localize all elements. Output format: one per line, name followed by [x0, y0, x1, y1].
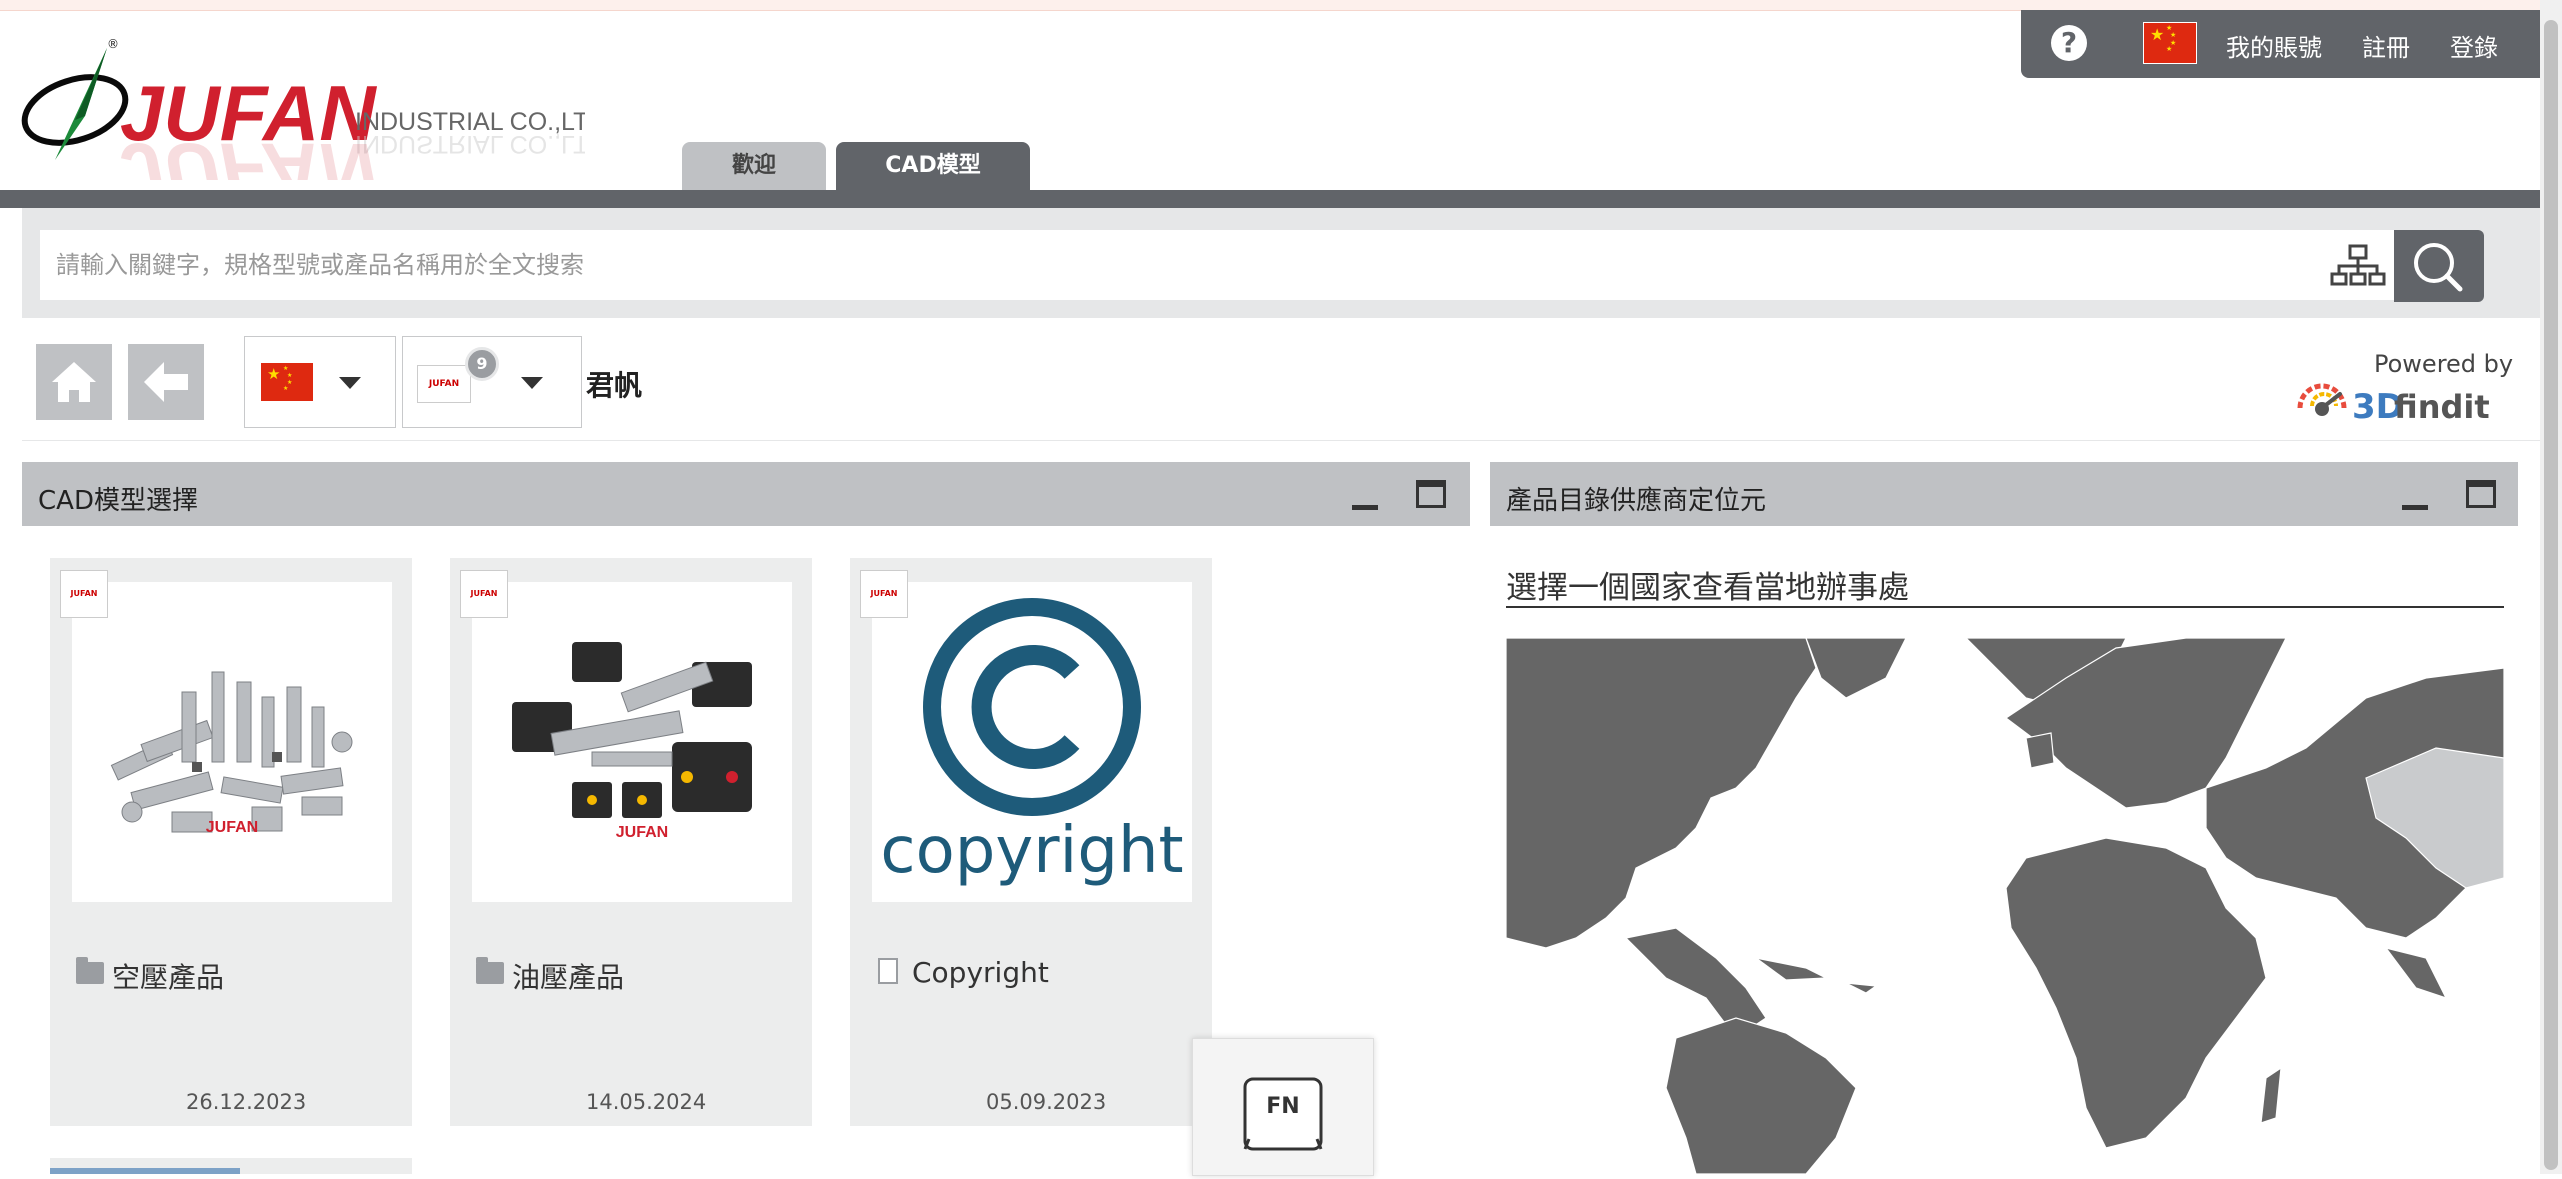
card-label: 油壓產品	[512, 961, 625, 994]
hydraulic-products-image: JUFAN	[472, 582, 792, 902]
svg-text:findit: findit	[2394, 388, 2490, 424]
product-card[interactable]: JUFAN JUFAN 油壓產品 14.05.2024	[450, 558, 812, 1126]
function-key-button[interactable]: FN	[1192, 1038, 1374, 1176]
arrow-left-icon	[144, 362, 188, 402]
panel-title-left: CAD模型選擇	[38, 486, 198, 516]
copyright-image: copyright	[872, 582, 1192, 902]
tab-bar-underline	[0, 190, 2540, 208]
document-icon	[878, 958, 898, 984]
china-flag-icon: ★ ★ ★ ★ ★	[261, 363, 313, 401]
tab-welcome[interactable]: 歡迎	[682, 142, 826, 190]
3dfindit-logo[interactable]: 3D findit	[2296, 378, 2506, 427]
search-input[interactable]	[40, 230, 2322, 300]
catalog-dropdown[interactable]: JUFAN 9	[402, 336, 582, 428]
home-icon	[52, 362, 96, 402]
tab-cad-models[interactable]: CAD模型	[836, 142, 1030, 190]
map-heading-underline	[1506, 606, 2504, 608]
login-link[interactable]: 登錄	[2450, 28, 2498, 63]
supplier-name: 君帆	[586, 369, 643, 402]
search-icon	[2414, 243, 2463, 292]
catalog-count-badge: 9	[465, 347, 499, 381]
product-card[interactable]: JUFAN JUFAN 空壓產品 26.12.2023	[50, 558, 412, 1126]
country-dropdown[interactable]: ★ ★ ★ ★ ★	[244, 336, 396, 428]
scrollbar-thumb[interactable]	[2544, 20, 2558, 1170]
svg-text:JUFAN: JUFAN	[120, 127, 377, 180]
jufan-logo[interactable]: ® JUFAN INDUSTRIAL CO.,LTD. INDUSTRIAL C…	[15, 30, 613, 215]
my-account-link[interactable]: 我的賬號	[2226, 28, 2322, 63]
maximize-icon[interactable]	[2466, 480, 2496, 508]
product-card[interactable]: copyright JUFAN Copyright 05.09.2023	[850, 558, 1212, 1126]
keyboard-key-icon: FN	[1243, 1077, 1323, 1151]
chevron-down-icon	[339, 377, 361, 389]
language-flag-icon[interactable]: ★ ★ ★ ★ ★	[2143, 22, 2197, 64]
chevron-down-icon	[521, 377, 543, 389]
help-icon[interactable]: ?	[2051, 25, 2087, 61]
svg-text:INDUSTRIAL CO.,LTD.: INDUSTRIAL CO.,LTD.	[355, 130, 585, 158]
home-button[interactable]	[36, 344, 112, 420]
search-button[interactable]	[2394, 230, 2484, 302]
panel-title-right: 產品目錄供應商定位元	[1506, 486, 1767, 516]
svg-text:FN: FN	[1266, 1094, 1299, 1119]
pneumatic-products-image: JUFAN	[72, 582, 392, 902]
svg-text:®: ®	[107, 37, 119, 51]
svg-text:copyright: copyright	[880, 814, 1183, 888]
card-date: 14.05.2024	[586, 1090, 707, 1114]
category-tree-button[interactable]	[2322, 230, 2394, 300]
world-map[interactable]	[1505, 637, 2505, 1175]
panel-header-left	[22, 462, 1470, 526]
svg-text:JUFAN: JUFAN	[206, 819, 258, 836]
navigation-toolbar	[22, 322, 2540, 441]
map-heading: 選擇一個國家查看當地辦事處	[1506, 570, 1909, 606]
card-label: 空壓產品	[112, 961, 225, 994]
supplier-badge: JUFAN	[460, 570, 508, 618]
folder-icon	[476, 957, 504, 984]
svg-text:JUFAN: JUFAN	[616, 824, 668, 841]
minimize-icon[interactable]	[1352, 484, 1378, 510]
minimize-icon[interactable]	[2402, 484, 2428, 510]
card-date: 05.09.2023	[986, 1090, 1107, 1114]
register-link[interactable]: 註冊	[2362, 28, 2410, 63]
folder-icon	[76, 957, 104, 984]
sitemap-icon	[2330, 244, 2386, 286]
supplier-badge: JUFAN	[860, 570, 908, 618]
catalog-logo: JUFAN	[417, 365, 471, 403]
card-label: Copyright	[912, 956, 1049, 989]
back-button[interactable]	[128, 344, 204, 420]
card-highlight-bar	[50, 1168, 240, 1174]
maximize-icon[interactable]	[1416, 480, 1446, 508]
powered-by-label: Powered by	[2374, 350, 2514, 378]
card-date: 26.12.2023	[186, 1090, 307, 1114]
supplier-badge: JUFAN	[60, 570, 108, 618]
